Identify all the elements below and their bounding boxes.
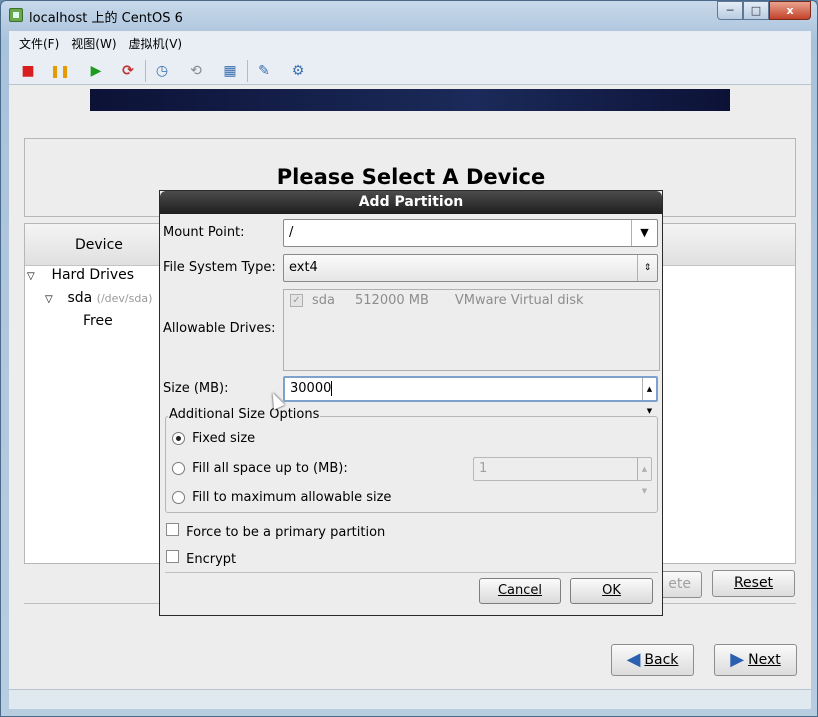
fill-up-to-value: 1 (479, 461, 488, 476)
checkbox-indicator[interactable] (166, 550, 179, 563)
size-value: 30000 (290, 381, 332, 396)
radio-indicator[interactable] (172, 432, 185, 445)
snapshot-revert-icon[interactable]: ⟲ (185, 60, 207, 82)
reset-button[interactable]: Reset (712, 570, 795, 597)
dialog-divider (165, 572, 658, 573)
snapshot-icon[interactable]: ◷ (151, 60, 173, 82)
allowable-drives-list: ✓ sda 512000 MB VMware Virtual disk (283, 289, 660, 371)
menu-view[interactable]: 视图(W) (71, 35, 116, 52)
status-bar (9, 689, 811, 709)
fill-up-to-spinbutton: 1 ▲ ▼ (473, 457, 652, 495)
window-title: localhost 上的 CentOS 6 (29, 11, 183, 26)
ok-label: OK (602, 583, 621, 598)
drive-name: sda (312, 293, 335, 308)
drive-size: 512000 MB (355, 293, 429, 308)
checkbox-label: Encrypt (186, 552, 237, 567)
reset-label: Reset (733, 575, 774, 591)
radio-label: Fixed size (192, 431, 256, 446)
menu-bar: 文件(F) 视图(W) 虚拟机(V) (9, 31, 811, 55)
spin-arrows-icon[interactable]: ▲ ▼ (642, 378, 656, 415)
next-label: Next (748, 652, 781, 668)
refresh-icon[interactable]: ⟳ (117, 60, 139, 82)
play-icon[interactable]: ▶ (85, 60, 107, 82)
checkbox-label: Force to be a primary partition (186, 525, 386, 540)
mount-point-combo[interactable]: / ▼ (283, 219, 658, 247)
maximize-button[interactable]: □ (743, 1, 769, 20)
spin-arrows-icon: ▲ ▼ (637, 458, 651, 495)
minimize-button[interactable]: ─ (717, 1, 743, 20)
close-button[interactable]: x (769, 1, 811, 20)
arrow-left-icon: ◀ (626, 649, 641, 670)
checkbox-indicator[interactable] (166, 523, 179, 536)
radio-fill-up-to[interactable]: Fill all space up to (MB): (172, 461, 348, 476)
tree-item-free[interactable]: Free (83, 313, 113, 329)
toolbar: ■ ❚❚ ▶ ⟳ ◷ ⟲ ▦ ✎ ⚙ (9, 55, 811, 85)
drive-model: VMware Virtual disk (454, 293, 584, 308)
tree-item-sda[interactable]: ▽ sda (/dev/sda) (45, 290, 152, 306)
snapshot-manager-icon[interactable]: ▦ (219, 60, 241, 82)
window-controls: ─ □ x (717, 1, 811, 20)
expander-icon[interactable]: ▽ (45, 294, 59, 305)
arrow-right-icon: ▶ (730, 649, 745, 670)
expander-icon[interactable]: ▽ (27, 271, 41, 282)
toolbar-separator (145, 60, 146, 82)
tree-label: Free (83, 313, 113, 329)
mount-point-value: / (289, 225, 294, 240)
add-partition-dialog: Add Partition Mount Point: / ▼ File Syst… (159, 190, 663, 616)
menu-file[interactable]: 文件(F) (19, 35, 59, 52)
fs-type-select[interactable]: ext4 ⇕ (283, 254, 658, 282)
settings-icon[interactable]: ⚙ (287, 60, 309, 82)
vm-icon (9, 8, 23, 22)
toolbar-separator (247, 60, 248, 82)
back-label: Back (644, 652, 679, 668)
fs-type-label: File System Type: (163, 260, 276, 275)
drive-checkbox: ✓ (290, 294, 303, 307)
next-button[interactable]: ▶ Next (714, 644, 797, 676)
radio-fixed-size[interactable]: Fixed size (172, 431, 255, 446)
column-device[interactable]: Device (75, 237, 123, 253)
dialog-title: Add Partition (160, 191, 662, 214)
text-caret (331, 381, 333, 396)
title-bar: localhost 上的 CentOS 6 ─ □ x (1, 1, 817, 29)
mount-point-label: Mount Point: (163, 225, 245, 240)
tree-label: Hard Drives (51, 267, 135, 283)
installer-banner (90, 89, 730, 111)
fs-type-value: ext4 (289, 260, 318, 275)
pause-icon[interactable]: ❚❚ (49, 60, 71, 82)
page-title: Please Select A Device (276, 165, 546, 189)
updown-icon: ⇕ (637, 255, 657, 281)
back-button[interactable]: ◀ Back (611, 644, 694, 676)
stop-icon[interactable]: ■ (17, 60, 39, 82)
tree-item-hard-drives[interactable]: ▽ Hard Drives (27, 267, 134, 283)
radio-label: Fill to maximum allowable size (192, 490, 392, 505)
device-path: (/dev/sda) (96, 292, 153, 305)
radio-indicator[interactable] (172, 462, 185, 475)
menu-vm[interactable]: 虚拟机(V) (129, 35, 183, 52)
ok-button[interactable]: OK (570, 578, 653, 604)
tree-label: sda (67, 290, 93, 306)
radio-fill-max[interactable]: Fill to maximum allowable size (172, 490, 391, 505)
allowable-drives-label: Allowable Drives: (163, 321, 276, 336)
primary-partition-checkbox[interactable]: Force to be a primary partition (166, 523, 385, 540)
size-options-title: Additional Size Options (168, 407, 321, 422)
drive-row: ✓ sda 512000 MB VMware Virtual disk (290, 293, 584, 308)
encrypt-checkbox[interactable]: Encrypt (166, 550, 236, 567)
radio-indicator[interactable] (172, 491, 185, 504)
size-spinbutton[interactable]: 30000 ▲ ▼ (283, 376, 658, 415)
cancel-label: Cancel (497, 583, 543, 598)
edit-vm-icon[interactable]: ✎ (253, 60, 275, 82)
chevron-down-icon[interactable]: ▼ (631, 220, 657, 246)
radio-label: Fill all space up to (MB): (192, 461, 348, 476)
cancel-button[interactable]: Cancel (479, 578, 561, 604)
size-label: Size (MB): (163, 381, 229, 396)
